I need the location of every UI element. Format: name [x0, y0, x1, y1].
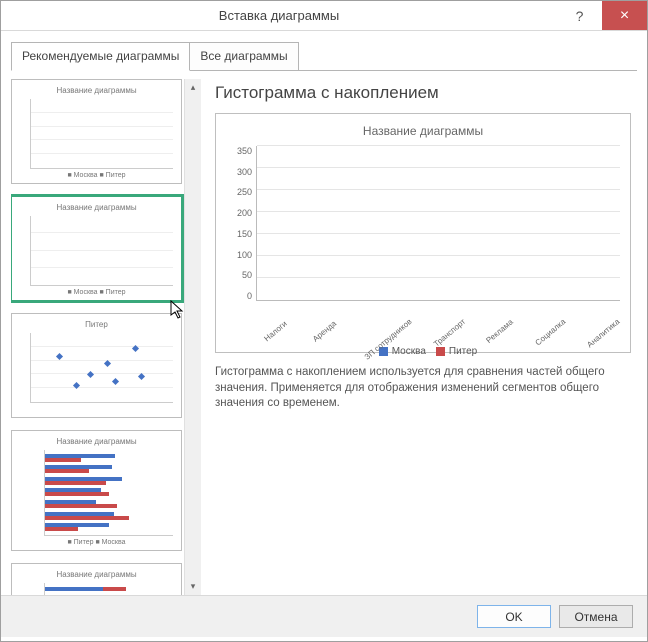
- chart-y-axis: 350 300 250 200 150 100 50 0: [226, 146, 256, 301]
- thumbnail-clustered-bar[interactable]: Название диаграммы ■ Питер ■ Москва: [11, 430, 182, 551]
- thumbnail-legend: ■ Москва ■ Питер: [16, 289, 177, 296]
- thumbnail-title: Название диаграммы: [16, 86, 177, 95]
- thumbnail-pane: Название диаграммы ■ Москва ■ Питер: [11, 79, 201, 595]
- y-tick: 350: [237, 146, 252, 156]
- y-tick: 250: [237, 187, 252, 197]
- tab-all[interactable]: Все диаграммы: [189, 42, 298, 71]
- y-tick: 150: [237, 229, 252, 239]
- mini-scatter-chart: [30, 333, 173, 403]
- mini-stacked-hbar: [44, 583, 173, 595]
- legend-label: Питер: [449, 346, 477, 357]
- thumbnail-legend: [16, 406, 177, 413]
- y-tick: 50: [242, 270, 252, 280]
- titlebar: Вставка диаграммы ? ×: [1, 1, 647, 31]
- thumbnail-title: Название диаграммы: [16, 203, 177, 212]
- close-button[interactable]: ×: [602, 1, 647, 30]
- x-tick: Реклама: [484, 317, 515, 345]
- thumbnail-title: Название диаграммы: [16, 437, 177, 446]
- x-tick: Налоги: [260, 317, 291, 345]
- x-tick: Социалка: [533, 317, 567, 347]
- chart-description: Гистограмма с накоплением используется д…: [215, 365, 631, 412]
- thumbnail-stacked-column[interactable]: Название диаграммы ■ Москва ■ Питер: [11, 196, 182, 301]
- y-tick: 200: [237, 208, 252, 218]
- x-tick: Аренда: [308, 317, 339, 345]
- thumbnail-stacked-bar[interactable]: Название диаграммы ■ Москва ■ Питер: [11, 563, 182, 595]
- tab-row: Рекомендуемые диаграммы Все диаграммы: [1, 31, 647, 70]
- chart-plot-area: [256, 146, 620, 301]
- thumbnail-scatter[interactable]: Питер: [11, 313, 182, 418]
- window-controls: ? ×: [557, 1, 647, 30]
- window-title: Вставка диаграммы: [1, 8, 557, 23]
- thumbnail-legend: ■ Москва ■ Питер: [16, 172, 177, 179]
- thumbnail-scrollbar[interactable]: ▴ ▾: [184, 79, 201, 595]
- y-tick: 300: [237, 167, 252, 177]
- ok-button[interactable]: OK: [477, 605, 551, 628]
- chart-legend: Москва Питер: [226, 346, 620, 357]
- thumbnail-clustered-column[interactable]: Название диаграммы ■ Москва ■ Питер: [11, 79, 182, 184]
- chart-title: Название диаграммы: [226, 124, 620, 138]
- help-button[interactable]: ?: [557, 1, 602, 30]
- mini-stacked-chart: [30, 216, 173, 286]
- chart-type-heading: Гистограмма с накоплением: [215, 83, 631, 103]
- scroll-up-button[interactable]: ▴: [185, 79, 201, 96]
- thumbnail-title: Название диаграммы: [16, 570, 177, 579]
- y-tick: 0: [247, 291, 252, 301]
- legend-label: Москва: [392, 346, 426, 357]
- x-tick: Транспорт: [432, 317, 467, 349]
- tab-recommended[interactable]: Рекомендуемые диаграммы: [11, 42, 190, 71]
- mini-clustered-hbar: [44, 450, 173, 536]
- chart-x-axis: НалогиАрендаЗП сотрудниковТранспортРекла…: [226, 301, 620, 316]
- thumbnail-legend: ■ Питер ■ Москва: [16, 539, 177, 546]
- x-tick: Аналитика: [586, 317, 622, 349]
- mini-clustered-chart: [30, 99, 173, 169]
- preview-pane: Гистограмма с накоплением Название диагр…: [205, 79, 637, 595]
- dialog-footer: OK Отмена: [1, 595, 647, 637]
- scroll-down-button[interactable]: ▾: [185, 578, 201, 595]
- y-tick: 100: [237, 250, 252, 260]
- thumbnail-title: Питер: [16, 320, 177, 329]
- chart-preview: Название диаграммы 350 300 250 200 150 100 50 0…: [215, 113, 631, 353]
- cancel-button[interactable]: Отмена: [559, 605, 633, 628]
